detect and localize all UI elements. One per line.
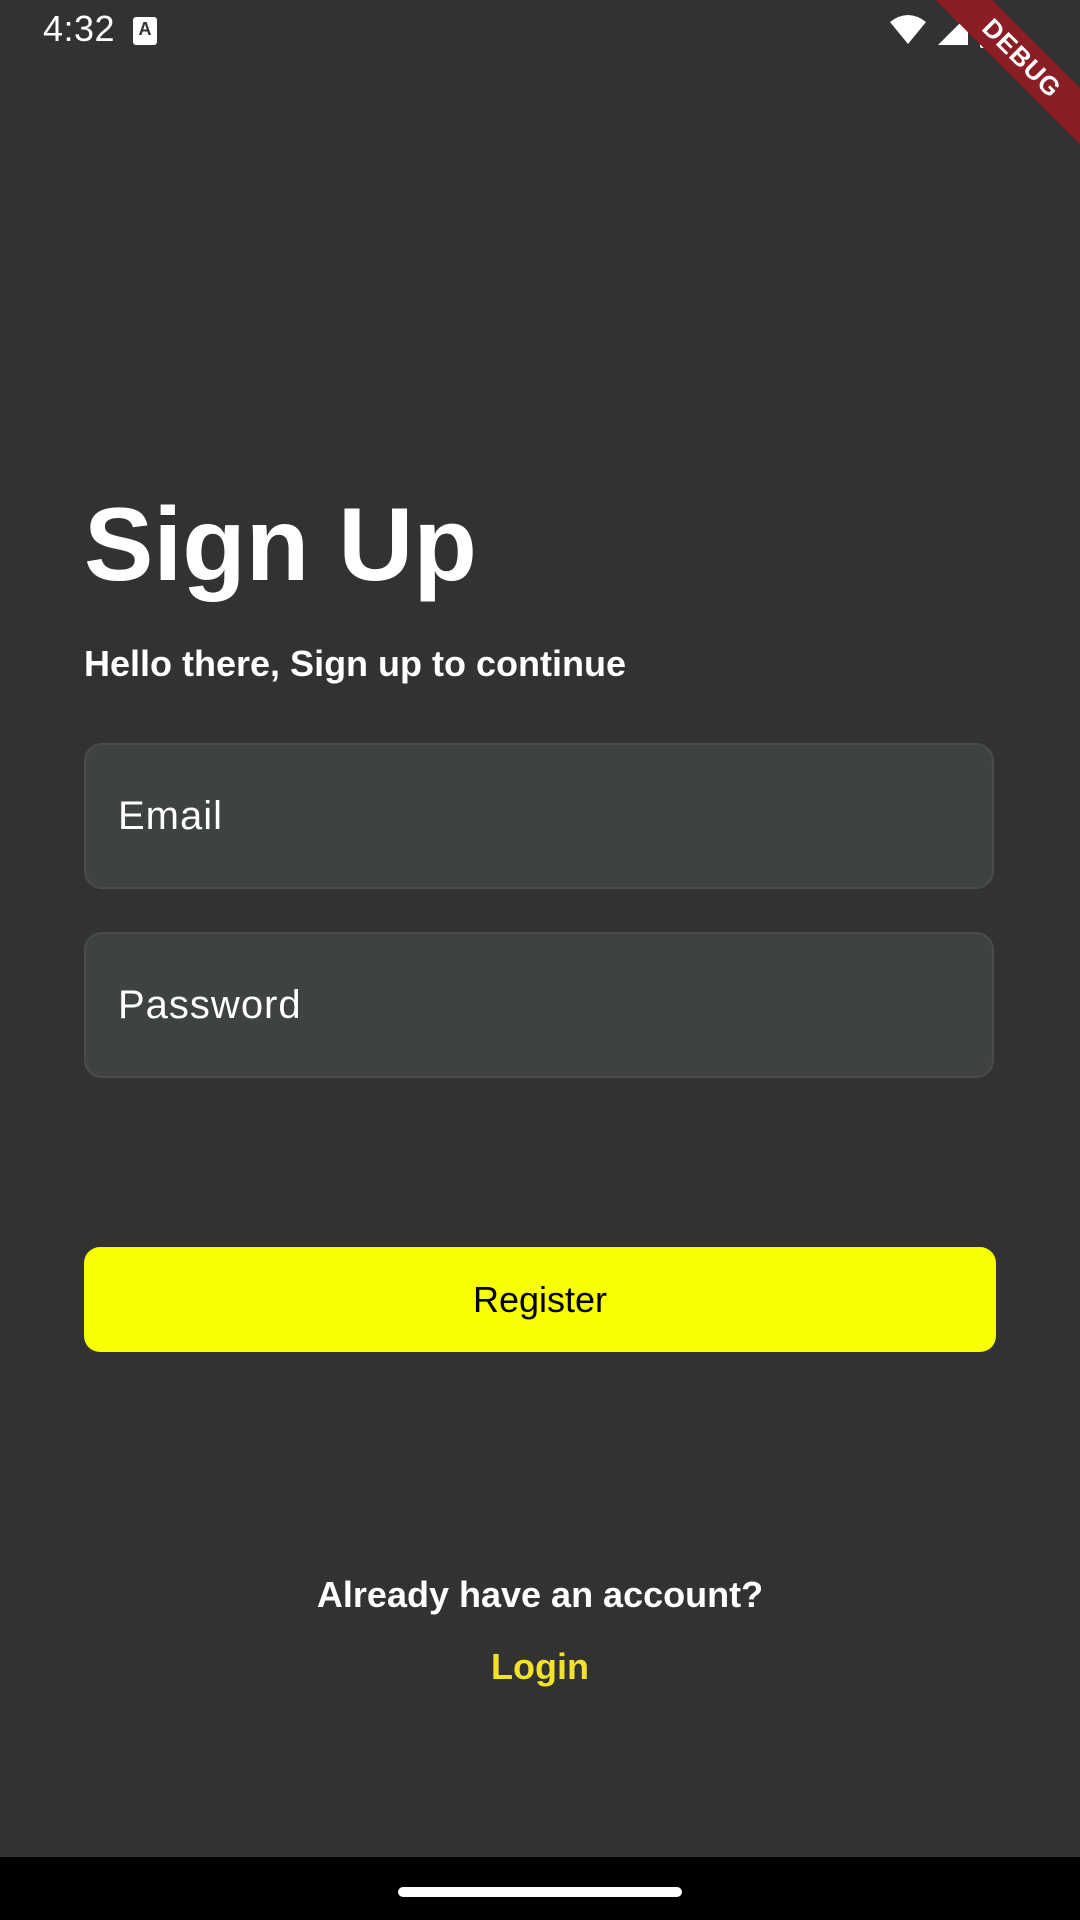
status-icons [888, 12, 1000, 48]
a-icon: A [133, 17, 157, 45]
register-button[interactable]: Register [84, 1247, 996, 1352]
status-time: 4:32 [43, 8, 116, 49]
page-title: Sign Up [84, 487, 477, 603]
signal-icon [938, 15, 968, 45]
navigation-bar [0, 1857, 1080, 1920]
email-field[interactable] [84, 743, 994, 889]
status-bar: 4:32 A [0, 0, 1080, 62]
battery-icon [980, 12, 998, 48]
account-prompt: Already have an account? [316, 1574, 764, 1615]
password-field[interactable] [84, 932, 994, 1078]
home-handle[interactable] [398, 1887, 682, 1897]
page-subtitle: Hello there, Sign up to continue [84, 643, 627, 684]
login-link[interactable]: Login [0, 1646, 1080, 1688]
wifi-icon [890, 15, 926, 44]
